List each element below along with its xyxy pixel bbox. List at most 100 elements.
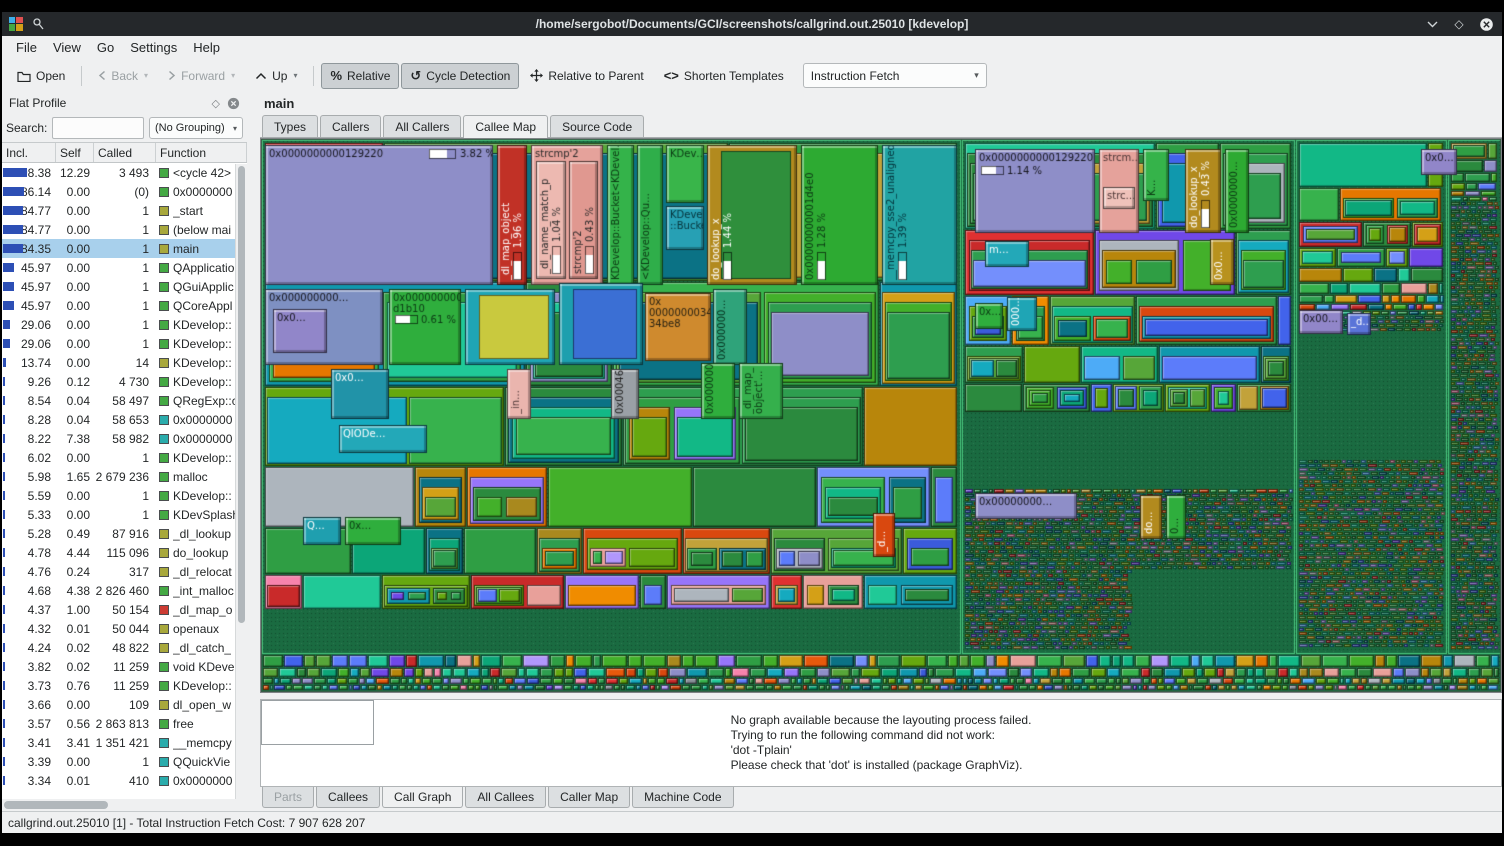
table-row[interactable]: 5.280.4987 916_dl_lookup xyxy=(2,524,247,543)
menu-settings[interactable]: Settings xyxy=(122,37,185,58)
tab-machine-code[interactable]: Machine Code xyxy=(632,787,733,808)
tab-types[interactable]: Types xyxy=(262,115,318,137)
table-row[interactable]: 3.340.014100x0000000 xyxy=(2,771,247,790)
table-row[interactable]: 45.970.001QGuiApplic xyxy=(2,277,247,296)
table-row[interactable]: 4.320.0150 044openaux xyxy=(2,619,247,638)
table-row[interactable]: 45.970.001QApplicatio xyxy=(2,258,247,277)
function-type-icon xyxy=(159,453,169,463)
table-row[interactable]: 5.590.001KDevelop:: xyxy=(2,486,247,505)
table-row[interactable]: 3.413.411 351 421__memcpy xyxy=(2,733,247,752)
close-button[interactable] xyxy=(1478,16,1494,32)
flat-profile-table: Incl.SelfCalledFunction 98.3812.293 493<… xyxy=(2,142,247,799)
tab-callers[interactable]: Callers xyxy=(320,115,381,137)
function-type-icon xyxy=(159,700,169,710)
table-row[interactable]: 8.227.3858 9820x0000000 xyxy=(2,429,247,448)
main-area: Flat Profile ◇ Search: (No Grouping) ▾ xyxy=(2,92,1502,811)
function-type-icon xyxy=(159,301,169,311)
table-row[interactable]: 4.371.0050 154_dl_map_o xyxy=(2,600,247,619)
table-row[interactable]: 3.390.001QQuickVie xyxy=(2,752,247,771)
table-row[interactable]: 8.280.0458 6530x0000000 xyxy=(2,410,247,429)
shorten-templates-toggle[interactable]: <> Shorten Templates xyxy=(655,63,793,89)
tab-call-graph[interactable]: Call Graph xyxy=(382,786,463,808)
incl-bar xyxy=(3,605,5,614)
maximize-button[interactable]: ◇ xyxy=(1451,16,1467,32)
function-type-icon xyxy=(159,738,169,748)
dock-splitter[interactable] xyxy=(247,92,260,811)
incl-bar xyxy=(3,776,5,785)
callee-treemap[interactable] xyxy=(261,139,1501,692)
scrollbar-handle[interactable] xyxy=(238,166,245,623)
table-row[interactable]: 4.784.44115 096do_lookup xyxy=(2,543,247,562)
callee-tabs: TypesCallersAll CallersCallee MapSource … xyxy=(260,113,1502,138)
search-input[interactable] xyxy=(52,117,144,139)
shade-button[interactable] xyxy=(1424,16,1440,32)
scrollbar-handle[interactable] xyxy=(4,801,108,809)
forward-button[interactable]: Forward ▾ xyxy=(159,63,244,89)
function-type-icon xyxy=(159,776,169,786)
table-row[interactable]: 29.060.001KDevelop:: xyxy=(2,315,247,334)
event-type-select[interactable]: Instruction Fetch ▾ xyxy=(803,63,987,88)
relative-toggle[interactable]: % Relative xyxy=(321,63,399,89)
table-row[interactable]: 8.540.0458 497QRegExp::c xyxy=(2,391,247,410)
open-button[interactable]: Open xyxy=(8,63,74,89)
tab-parts[interactable]: Parts xyxy=(262,787,314,808)
tab-callee-map[interactable]: Callee Map xyxy=(463,115,548,138)
table-row[interactable]: 29.060.001KDevelop:: xyxy=(2,334,247,353)
dock-close-button[interactable] xyxy=(227,97,240,110)
table-row[interactable]: 5.981.652 679 236malloc xyxy=(2,467,247,486)
column-header-incl-[interactable]: Incl. xyxy=(2,143,56,162)
tab-source-code[interactable]: Source Code xyxy=(550,115,644,137)
column-header-function[interactable]: Function xyxy=(156,143,247,162)
table-row[interactable]: 4.760.24317_dl_relocat xyxy=(2,562,247,581)
table-row[interactable]: 4.684.382 826 460_int_malloc xyxy=(2,581,247,600)
function-type-icon xyxy=(159,662,169,672)
function-type-icon xyxy=(159,586,169,596)
table-row[interactable]: 86.140.00(0)0x0000000 xyxy=(2,182,247,201)
table-row[interactable]: 6.020.001KDevelop:: xyxy=(2,448,247,467)
table-row[interactable]: 84.770.001(below mai xyxy=(2,220,247,239)
tab-all-callers[interactable]: All Callers xyxy=(383,115,461,137)
horizontal-scrollbar[interactable] xyxy=(2,799,247,811)
float-button[interactable]: ◇ xyxy=(212,97,220,110)
chevron-down-icon: ▾ xyxy=(233,124,237,133)
incl-bar xyxy=(3,434,5,443)
table-row[interactable]: 84.350.001main xyxy=(2,239,247,258)
table-row[interactable]: 3.660.00109dl_open_w xyxy=(2,695,247,714)
up-button[interactable]: Up ▾ xyxy=(246,63,306,89)
column-header-called[interactable]: Called xyxy=(94,143,156,162)
table-row[interactable]: 3.820.0211 259void KDeve xyxy=(2,657,247,676)
table-row[interactable]: 84.770.001_start xyxy=(2,201,247,220)
vertical-scrollbar[interactable] xyxy=(235,164,247,799)
flat-profile-dock: Flat Profile ◇ Search: (No Grouping) ▾ xyxy=(2,92,247,811)
tab-caller-map[interactable]: Caller Map xyxy=(548,787,630,808)
menu-help[interactable]: Help xyxy=(185,37,228,58)
open-label: Open xyxy=(36,69,65,83)
function-type-icon xyxy=(159,187,169,197)
table-row[interactable]: 98.3812.293 493<cycle 42> xyxy=(2,163,247,182)
function-type-icon xyxy=(159,491,169,501)
table-row[interactable]: 9.260.124 730KDevelop:: xyxy=(2,372,247,391)
relative-to-parent-toggle[interactable]: Relative to Parent xyxy=(521,63,652,89)
table-row[interactable]: 5.330.001KDevSplash xyxy=(2,505,247,524)
angle-brackets-icon: <> xyxy=(664,68,679,83)
grouping-select[interactable]: (No Grouping) ▾ xyxy=(149,117,243,139)
call-graph-panel: No graph available because the layouting… xyxy=(260,699,1502,787)
tab-callees[interactable]: Callees xyxy=(316,787,380,808)
pin-icon[interactable] xyxy=(32,18,44,30)
table-row[interactable]: 4.240.0248 822_dl_catch_ xyxy=(2,638,247,657)
column-header-self[interactable]: Self xyxy=(56,143,94,162)
menu-file[interactable]: File xyxy=(8,37,45,58)
table-row[interactable]: 45.970.001QCoreAppl xyxy=(2,296,247,315)
menu-view[interactable]: View xyxy=(45,37,89,58)
tab-all-callees[interactable]: All Callees xyxy=(465,787,546,808)
table-row[interactable]: 3.570.562 863 813free xyxy=(2,714,247,733)
function-type-icon xyxy=(159,415,169,425)
titlebar[interactable]: /home/sergobot/Documents/GCI/screenshots… xyxy=(2,12,1502,36)
folder-icon xyxy=(17,70,31,82)
menu-go[interactable]: Go xyxy=(89,37,122,58)
cycle-detection-toggle[interactable]: ↺ Cycle Detection xyxy=(401,63,519,89)
table-row[interactable]: 3.730.7611 259KDevelop:: xyxy=(2,676,247,695)
back-button[interactable]: Back ▾ xyxy=(89,63,157,89)
incl-bar xyxy=(3,567,5,576)
table-row[interactable]: 13.740.0014KDevelop:: xyxy=(2,353,247,372)
